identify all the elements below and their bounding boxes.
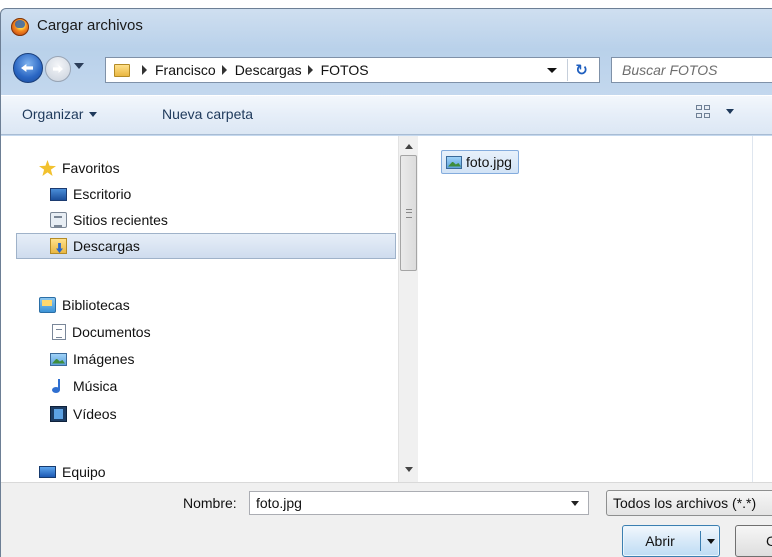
- file-name: foto.jpg: [466, 154, 512, 170]
- sidebar-item-favoritos[interactable]: Favoritos: [1, 155, 395, 181]
- sidebar-item-label: Bibliotecas: [62, 297, 130, 313]
- star-icon: [39, 160, 56, 176]
- file-list-pane[interactable]: foto.jpg: [419, 136, 772, 482]
- sidebar-item-videos[interactable]: Vídeos: [1, 401, 395, 427]
- downloads-folder-icon: [50, 238, 67, 254]
- folder-icon: [114, 63, 130, 77]
- new-folder-button[interactable]: Nueva carpeta: [162, 106, 253, 122]
- address-bar[interactable]: Francisco Descargas FOTOS: [105, 57, 600, 83]
- split-divider: [700, 531, 701, 551]
- breadcrumb-descargas[interactable]: Descargas: [235, 62, 302, 78]
- breadcrumb-francisco[interactable]: Francisco: [155, 62, 216, 78]
- sidebar-item-label: Descargas: [73, 238, 140, 254]
- forward-button[interactable]: [45, 56, 71, 82]
- page: Cargar archivos Francisco Descargas FOTO…: [0, 0, 772, 557]
- chevron-right-icon[interactable]: [142, 65, 147, 75]
- file-open-dialog: Cargar archivos Francisco Descargas FOTO…: [0, 8, 772, 557]
- title-bar[interactable]: Cargar archivos: [1, 9, 772, 45]
- window-title: Cargar archivos: [37, 17, 143, 34]
- search-box[interactable]: [611, 57, 772, 83]
- search-input[interactable]: [612, 58, 772, 82]
- open-button[interactable]: Abrir: [622, 525, 720, 557]
- address-history-dropdown[interactable]: [539, 58, 565, 82]
- videos-icon: [50, 406, 67, 422]
- file-item-foto-jpg[interactable]: foto.jpg: [441, 150, 519, 174]
- new-folder-label: Nueva carpeta: [162, 106, 254, 122]
- sidebar-item-label: Música: [73, 378, 118, 394]
- chevron-down-icon[interactable]: [571, 501, 579, 506]
- breadcrumb-fotos[interactable]: FOTOS: [321, 62, 369, 78]
- sidebar-item-escritorio[interactable]: Escritorio: [1, 181, 395, 207]
- cancel-button[interactable]: Cancelar: [735, 525, 772, 557]
- change-view-button[interactable]: [696, 103, 734, 119]
- chevron-right-icon[interactable]: [307, 65, 313, 75]
- firefox-icon: [11, 18, 29, 36]
- back-button[interactable]: [13, 53, 43, 83]
- content-panes: Favoritos Escritorio Sitios recientes De…: [1, 136, 772, 482]
- sidebar-item-musica[interactable]: Música: [1, 373, 395, 399]
- chevron-down-icon[interactable]: [707, 539, 715, 544]
- chevron-down-icon: [726, 108, 734, 114]
- sidebar-item-documentos[interactable]: Documentos: [1, 319, 395, 345]
- file-type-select[interactable]: Todos los archivos (*.*): [606, 490, 772, 516]
- file-name-label: Nombre:: [183, 495, 237, 511]
- sidebar-item-label: Imágenes: [73, 351, 135, 367]
- sidebar-item-label: Vídeos: [73, 406, 117, 422]
- organize-label: Organizar: [22, 106, 84, 122]
- dialog-footer: Nombre: Todos los archivos (*.*) Abrir C…: [1, 482, 772, 557]
- scrollbar-thumb[interactable]: [400, 155, 417, 271]
- computer-icon: [39, 466, 56, 478]
- command-toolbar: Organizar Nueva carpeta: [1, 95, 772, 135]
- chevron-down-icon: [547, 67, 557, 73]
- views-icon: [696, 105, 712, 119]
- sidebar-item-label: Favoritos: [62, 160, 120, 176]
- chevron-down-icon: [404, 467, 413, 472]
- images-icon: [50, 352, 67, 366]
- sidebar-item-descargas[interactable]: Descargas: [16, 233, 396, 259]
- address-row: Francisco Descargas FOTOS ↻: [1, 45, 772, 95]
- navigation-scrollbar[interactable]: [398, 136, 418, 482]
- sidebar-item-label: Documentos: [72, 324, 151, 340]
- organize-button[interactable]: Organizar: [22, 106, 98, 122]
- refresh-icon[interactable]: ↻: [567, 59, 595, 81]
- sidebar-item-bibliotecas[interactable]: Bibliotecas: [1, 292, 395, 318]
- sidebar-item-sitios-recientes[interactable]: Sitios recientes: [1, 207, 395, 233]
- scroll-up-button[interactable]: [399, 138, 418, 155]
- pane-divider: [752, 136, 753, 482]
- chevron-up-icon: [404, 144, 413, 149]
- sidebar-item-label: Sitios recientes: [73, 212, 168, 228]
- sidebar-item-equipo[interactable]: Equipo: [1, 459, 395, 482]
- sidebar-item-label: Escritorio: [73, 186, 132, 202]
- recent-pages-dropdown-icon[interactable]: [74, 63, 84, 69]
- file-name-combobox[interactable]: [249, 491, 589, 515]
- sidebar-item-imagenes[interactable]: Imágenes: [1, 346, 395, 372]
- open-button-label: Abrir: [645, 533, 675, 549]
- music-icon: [50, 378, 67, 394]
- scroll-down-button[interactable]: [399, 461, 418, 478]
- recent-places-icon: [50, 212, 67, 228]
- libraries-icon: [39, 297, 56, 313]
- chevron-right-icon[interactable]: [221, 65, 227, 75]
- sidebar-item-label: Equipo: [62, 464, 106, 480]
- documents-icon: [52, 324, 66, 340]
- chevron-down-icon: [89, 111, 98, 117]
- desktop-icon: [50, 187, 67, 201]
- image-file-icon: [446, 155, 462, 169]
- navigation-pane: Favoritos Escritorio Sitios recientes De…: [1, 136, 398, 482]
- file-name-input[interactable]: [250, 492, 550, 514]
